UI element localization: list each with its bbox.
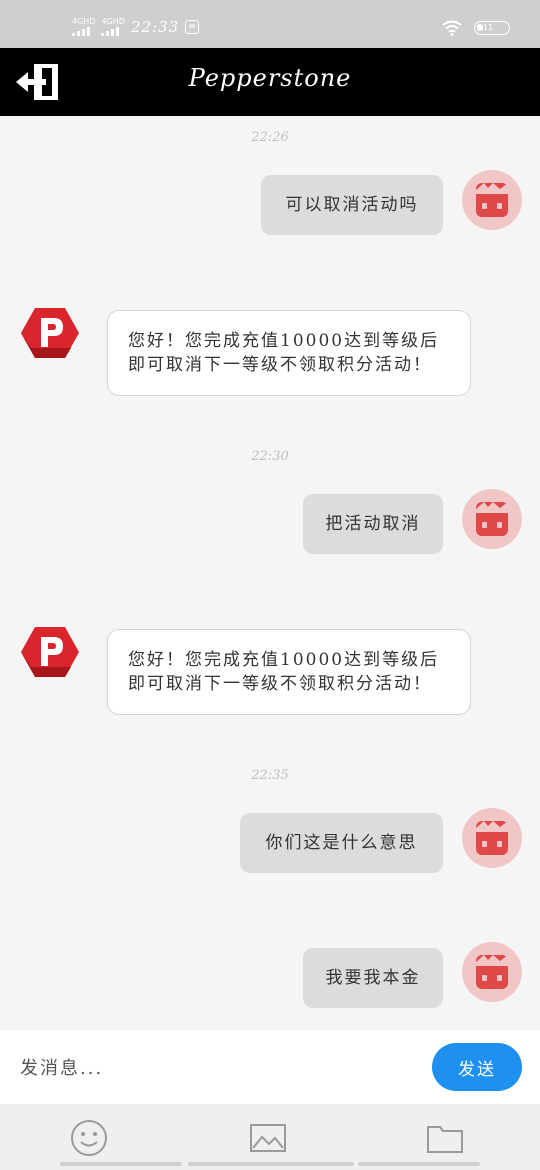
user-avatar[interactable] [462, 489, 522, 549]
page-title: Pepperstone [188, 64, 352, 92]
pepperstone-logo-icon [21, 627, 79, 677]
folder-button[interactable] [425, 1118, 465, 1158]
chat-area[interactable]: 22:26 可以取消活动吗 您好！您完成充值10000达到等级后即可取消下一等级… [0, 116, 540, 1030]
tool-divider [358, 1162, 480, 1166]
user-avatar-icon [476, 183, 508, 217]
status-right: 11 [442, 20, 510, 36]
my-message-bubble[interactable]: 你们这是什么意思 [240, 813, 443, 873]
composer-toolbar [0, 1104, 540, 1170]
image-button[interactable] [248, 1118, 288, 1158]
user-avatar-icon [476, 955, 508, 989]
emoji-button[interactable] [69, 1118, 109, 1158]
signal-icon-1: 4GHD [72, 18, 95, 36]
wifi-icon [442, 20, 462, 36]
user-avatar[interactable] [462, 808, 522, 868]
pepperstone-avatar[interactable] [21, 304, 79, 362]
agent-message-bubble[interactable]: 您好！您完成充值10000达到等级后即可取消下一等级不领取积分活动！ [107, 310, 471, 396]
my-message-bubble[interactable]: 可以取消活动吗 [261, 175, 443, 235]
user-avatar-icon [476, 502, 508, 536]
network-label-2: 4GHD [101, 17, 125, 26]
send-button[interactable]: 发送 [432, 1043, 522, 1091]
timestamp: 22:26 [251, 130, 289, 145]
user-avatar[interactable] [462, 942, 522, 1002]
my-message-bubble[interactable]: 把活动取消 [303, 494, 443, 554]
status-left: 4GHD 4GHD 22:33 ✉ [72, 17, 200, 36]
battery-level: 11 [483, 23, 494, 32]
tool-divider [188, 1162, 354, 1166]
network-label-1: 4GHD [72, 17, 96, 26]
user-avatar-icon [476, 821, 508, 855]
my-message-bubble[interactable]: 我要我本金 [303, 948, 443, 1008]
image-icon [250, 1124, 286, 1152]
battery-icon: 11 [474, 21, 510, 35]
notification-icon: ✉ [185, 20, 200, 34]
folder-icon [427, 1126, 463, 1153]
message-composer: 发送 [0, 1030, 540, 1104]
timestamp: 22:30 [251, 449, 289, 464]
message-input[interactable] [20, 1048, 400, 1088]
app-header: Pepperstone [0, 48, 540, 116]
pepperstone-logo-icon [21, 308, 79, 358]
emoji-icon [71, 1120, 107, 1156]
status-bar: 4GHD 4GHD 22:33 ✉ 11 [0, 0, 540, 48]
tool-divider [60, 1162, 182, 1166]
timestamp: 22:35 [251, 768, 289, 783]
signal-icon-2: 4GHD [101, 17, 125, 36]
pepperstone-avatar[interactable] [21, 623, 79, 681]
agent-message-bubble[interactable]: 您好！您完成充值10000达到等级后即可取消下一等级不领取积分活动！ [107, 629, 471, 715]
status-time: 22:33 [130, 18, 180, 36]
user-avatar[interactable] [462, 170, 522, 230]
